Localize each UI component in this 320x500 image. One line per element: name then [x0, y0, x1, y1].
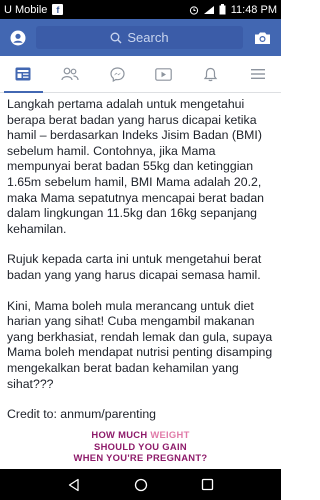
- post-credit: Credit to: anmum/parenting: [7, 407, 157, 422]
- menu-icon: [250, 69, 265, 79]
- status-bar: U Mobile f 11:48 PM: [0, 0, 281, 19]
- recents-button[interactable]: [193, 470, 223, 500]
- alarm-icon: [189, 5, 198, 15]
- clock: 11:48 PM: [230, 3, 277, 16]
- nav-tabs: [0, 56, 281, 93]
- messenger-icon: [109, 66, 125, 82]
- tab-messenger[interactable]: [94, 56, 141, 92]
- carrier-name: U Mobile: [4, 3, 48, 16]
- system-nav-bar: [0, 469, 281, 500]
- banner-line-1: HOW MUCH WEIGHT: [91, 429, 190, 440]
- tab-video[interactable]: [140, 56, 187, 92]
- video-icon: [155, 67, 173, 81]
- profile-button[interactable]: [0, 19, 36, 56]
- recents-icon: [201, 478, 214, 491]
- camera-button[interactable]: [243, 19, 281, 56]
- home-icon: [134, 478, 147, 491]
- post-body: Langkah pertama adalah untuk mengetahui …: [0, 93, 281, 469]
- battery-icon: [219, 4, 226, 15]
- post-paragraph: Kini, Mama boleh mula merancang untuk di…: [7, 298, 273, 391]
- banner-line-3: WHEN YOU'RE PREGNANT?: [73, 452, 208, 463]
- back-button[interactable]: [59, 470, 89, 500]
- banner-line-2: SHOULD YOU GAIN: [94, 440, 187, 452]
- post-image-banner[interactable]: HOW MUCH WEIGHT SHOULD YOU GAIN WHEN YOU…: [0, 424, 281, 469]
- tab-news-feed[interactable]: [0, 56, 47, 93]
- search-placeholder: Search: [127, 30, 169, 45]
- notifications-icon: [204, 67, 218, 81]
- profile-icon: [10, 30, 26, 45]
- search-icon: [110, 32, 122, 43]
- home-button[interactable]: [126, 470, 156, 500]
- camera-icon: [254, 32, 270, 44]
- back-icon: [68, 478, 79, 491]
- signal-icon: [203, 5, 214, 14]
- tab-menu[interactable]: [234, 56, 281, 92]
- post-paragraph: Rujuk kepada carta ini untuk mengetahui …: [7, 252, 262, 282]
- post-paragraph: Langkah pertama adalah untuk mengetahui …: [7, 97, 265, 236]
- facebook-icon: f: [52, 4, 64, 15]
- news-feed-icon: [15, 67, 31, 81]
- app-top-bar: Search: [0, 19, 281, 56]
- friends-icon: [61, 67, 79, 81]
- tab-notifications[interactable]: [187, 56, 234, 92]
- tab-friends[interactable]: [47, 56, 94, 92]
- search-input[interactable]: Search: [36, 26, 243, 49]
